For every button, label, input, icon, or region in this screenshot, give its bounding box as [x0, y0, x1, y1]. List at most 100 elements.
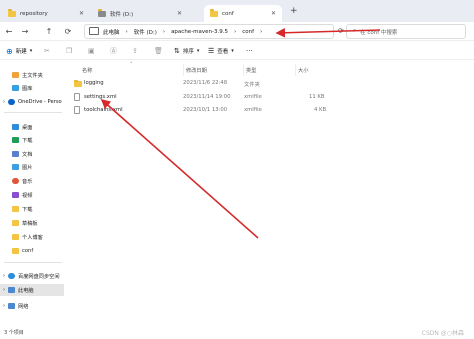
close-icon[interactable]: ✕ [79, 10, 84, 17]
new-label: 新建 [15, 49, 27, 55]
sidebar-item-gallery[interactable]: 图库 [0, 82, 64, 94]
sidebar-item-downloads[interactable]: 下载 [0, 134, 64, 146]
file-name: settings.xml [84, 94, 117, 100]
sort-arrow-icon: ˄ [130, 62, 133, 68]
rename-button[interactable]: Ⓐ [110, 44, 117, 58]
folder-icon [210, 9, 218, 17]
up-button[interactable]: ↑ [43, 25, 55, 37]
breadcrumb-conf[interactable]: conf [242, 29, 254, 35]
tab-conf[interactable]: conf ✕ [204, 5, 282, 22]
folder-icon [74, 79, 82, 87]
sort-icon: ⇅ [174, 47, 180, 55]
sidebar-item-videos[interactable]: 视频 [0, 189, 64, 201]
refresh-address-button[interactable]: ⟳ [338, 27, 344, 35]
new-tab-button[interactable]: + [290, 6, 298, 16]
column-header-type[interactable]: 类型 [243, 64, 256, 76]
folder-icon [12, 206, 19, 212]
file-type: 文件夹 [244, 82, 260, 88]
xml-file-icon [74, 106, 80, 114]
file-row[interactable]: logging 2023/11/6 22:48 文件夹 [68, 78, 338, 90]
copy-button[interactable]: ❐ [66, 44, 72, 58]
tab-drive-d[interactable]: 软件 (D:) ✕ [92, 5, 188, 22]
paste-icon: ▣ [88, 47, 95, 55]
chevron-right-icon: › [3, 99, 5, 105]
folder-icon [12, 234, 19, 240]
file-date: 2023/11/6 22:48 [183, 80, 228, 86]
view-button[interactable]: ☰ 查看 ▾ [208, 44, 234, 58]
back-button[interactable]: ← [3, 25, 15, 37]
copy-icon: ❐ [66, 47, 73, 55]
network-icon [8, 303, 15, 309]
plus-icon: ⊕ [6, 46, 13, 56]
file-type: xmlfile [244, 107, 262, 113]
sidebar-item-documents[interactable]: 文档 [0, 148, 64, 160]
breadcrumb-maven[interactable]: apache-maven-3.9.5 [171, 29, 228, 35]
view-label: 查看 [217, 49, 229, 55]
cut-button[interactable]: ✂ [44, 44, 50, 58]
column-header-size[interactable]: 大小 [295, 64, 308, 76]
drive-icon [98, 9, 106, 17]
search-icon: ⌕ [353, 28, 357, 34]
tab-label: 软件 (D:) [110, 11, 134, 18]
paste-button[interactable]: ▣ [88, 44, 95, 58]
more-icon: ··· [246, 47, 253, 55]
column-header-name[interactable]: 名称 [82, 64, 92, 76]
tab-label: conf [222, 10, 234, 17]
sidebar-item-this-pc[interactable]: › 此电脑 [0, 284, 64, 296]
sidebar-item-downloads-folder[interactable]: 下载 [0, 203, 64, 215]
breadcrumb-drive[interactable]: 软件 (D:) [134, 28, 157, 36]
chevron-down-icon: ▾ [196, 48, 200, 54]
tab-label: repository [20, 10, 48, 17]
music-icon [12, 178, 19, 184]
download-icon [12, 137, 19, 143]
gallery-icon [12, 85, 19, 91]
file-row[interactable]: settings.xml 2023/11/14 19:00 xmlfile 11… [68, 92, 338, 104]
chevron-right-icon: › [3, 303, 5, 309]
sidebar-item-baidu-sync[interactable]: › 百度网盘同步空间 [0, 270, 64, 282]
address-bar[interactable]: 此电脑 › 软件 (D:) › apache-maven-3.9.5 › con… [84, 24, 334, 39]
sidebar-divider [4, 262, 62, 263]
search-input[interactable]: ⌕ 在 conf 中搜索 [346, 24, 466, 39]
breadcrumb-this-pc[interactable]: 此电脑 [103, 28, 120, 36]
video-icon [12, 192, 19, 198]
column-header-date[interactable]: 修改日期 [183, 64, 207, 76]
more-button[interactable]: ··· [246, 44, 253, 58]
sidebar-item-network[interactable]: › 网络 [0, 300, 64, 312]
sidebar-item-conf[interactable]: conf [0, 245, 64, 257]
sidebar-item-music[interactable]: 音乐 [0, 175, 64, 187]
cut-icon: ✂ [44, 47, 50, 55]
chevron-right-icon: › [3, 287, 5, 293]
chevron-down-icon: ▾ [29, 48, 33, 54]
close-icon[interactable]: ✕ [177, 10, 182, 17]
share-button[interactable]: ⇪ [132, 44, 138, 58]
share-icon: ⇪ [132, 47, 138, 55]
file-row[interactable]: toolchains.xml 2023/10/1 13:00 xmlfile 4… [68, 105, 338, 117]
view-icon: ☰ [208, 47, 215, 55]
chevron-down-icon: ▾ [231, 48, 234, 54]
sort-button[interactable]: ⇅ 排序 ▾ [174, 44, 199, 58]
sidebar-item-drafts[interactable]: 草稿板 [0, 217, 64, 229]
sidebar-item-desktop[interactable]: 桌面 [0, 121, 64, 133]
new-button[interactable]: ⊕ 新建 ▾ [6, 44, 32, 58]
sidebar-item-blog[interactable]: 个人博客 [0, 231, 64, 243]
refresh-button[interactable]: ⟳ [62, 25, 74, 37]
trash-icon: 🗑 [154, 47, 163, 55]
forward-button[interactable]: → [19, 25, 31, 37]
sidebar-item-onedrive[interactable]: › OneDrive - Perso [0, 96, 64, 108]
folder-icon [8, 9, 16, 17]
computer-icon [8, 287, 15, 293]
file-size: 11 KB [309, 94, 325, 100]
file-type: xmlfile [244, 94, 262, 100]
folder-icon [12, 248, 19, 254]
sidebar-item-home[interactable]: 主文件夹 [0, 69, 64, 81]
close-icon[interactable]: ✕ [271, 10, 276, 17]
sidebar-item-pictures[interactable]: 图片 [0, 161, 64, 173]
chevron-right-icon: › [3, 273, 5, 279]
tab-repository[interactable]: repository ✕ [2, 5, 90, 22]
delete-button[interactable]: 🗑 [154, 44, 163, 58]
file-size: 4 KB [314, 107, 327, 113]
cloud-sync-icon [8, 273, 15, 279]
picture-icon [12, 164, 19, 170]
file-name: logging [84, 80, 104, 86]
file-date: 2023/10/1 13:00 [183, 107, 228, 113]
